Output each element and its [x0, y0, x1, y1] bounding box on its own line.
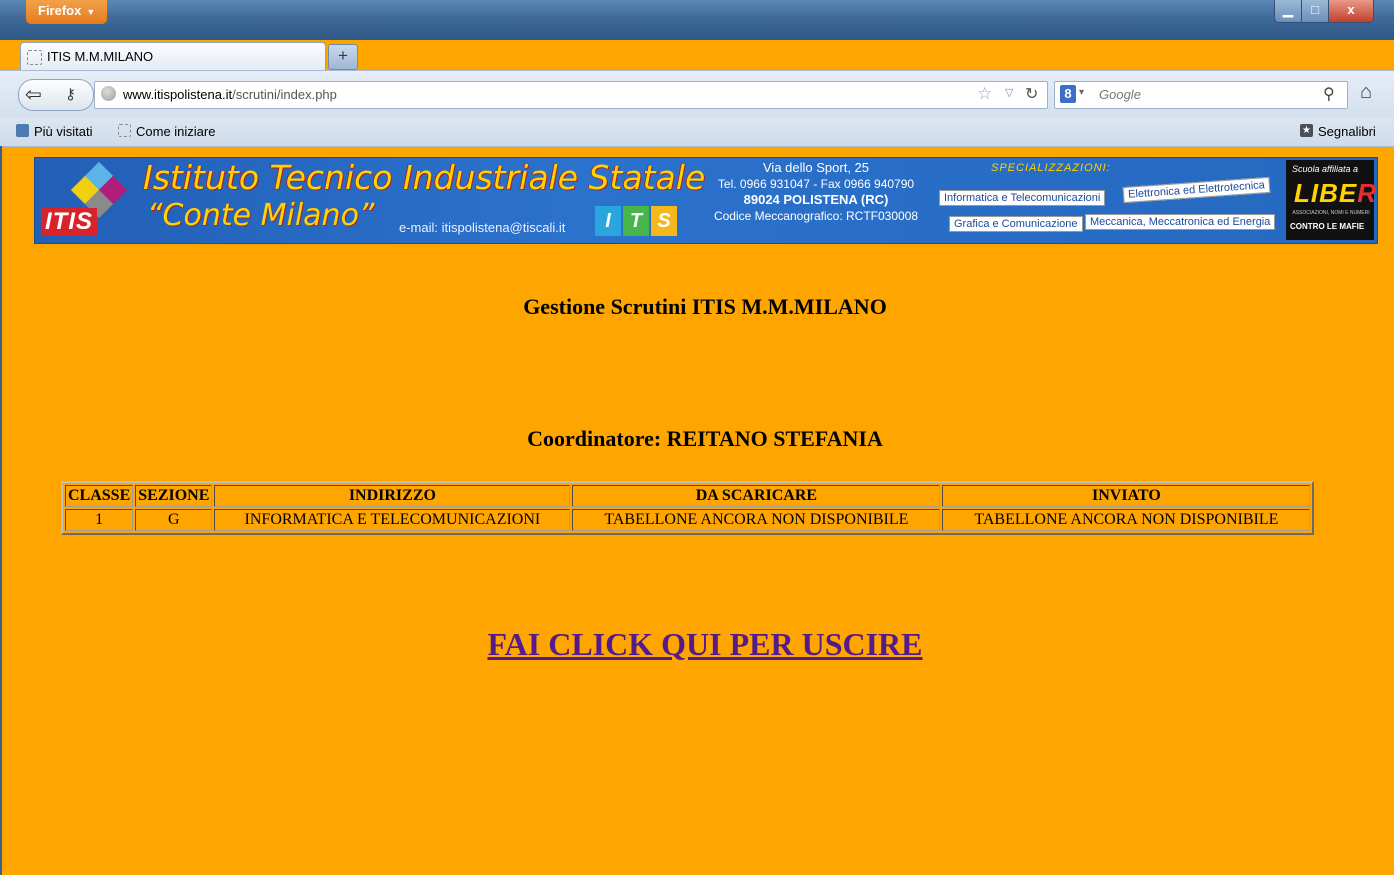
libera-small-text: ASSOCIAZIONI, NOMI E NUMERI: [1292, 210, 1370, 216]
address: Via dello Sport, 25: [763, 160, 869, 175]
bookmarks-menu-button[interactable]: Segnalibri: [1318, 124, 1376, 139]
home-icon[interactable]: ⌂: [1360, 81, 1372, 104]
cell-indirizzo: INFORMATICA E TELECOMUNICAZIONI: [214, 509, 571, 531]
header-indirizzo: INDIRIZZO: [214, 485, 571, 507]
address-bar[interactable]: www.itispolistena.it/scrutini/index.php …: [94, 81, 1048, 109]
bookmarks-menu-icon: ★: [1300, 124, 1313, 137]
url-path: /scrutini/index.php: [232, 87, 337, 102]
minimize-icon: ▁: [1283, 2, 1293, 17]
specializations: SPECIALIZZAZIONI: Informatica e Telecomu…: [939, 160, 1281, 240]
its-i: I: [595, 206, 621, 236]
banner-email: e-mail: itispolistena@tiscali.it: [399, 220, 566, 235]
page-title: Gestione Scrutini ITIS M.M.MILANO: [523, 294, 887, 319]
search-bar[interactable]: 8 ▾ Google ⚲: [1054, 81, 1348, 109]
maximize-icon: □: [1311, 2, 1319, 17]
key-icon: ⚷: [65, 86, 76, 103]
exit-link-container: FAI CLICK QUI PER USCIRE: [0, 626, 1394, 663]
header-classe: CLASSE: [65, 485, 134, 507]
engine-dropdown-icon[interactable]: ▾: [1079, 87, 1084, 98]
spec-item: Grafica e Comunicazione: [949, 216, 1083, 232]
browser-tab[interactable]: ITIS M.M.MILANO: [20, 42, 326, 71]
libera-top-text: Scuola affiliata a: [1292, 164, 1359, 174]
favicon-icon: [27, 50, 42, 65]
header-inviato: INVIATO: [942, 485, 1311, 507]
its-t: T: [623, 206, 649, 236]
table-row: 1 G INFORMATICA E TELECOMUNICAZIONI TABE…: [65, 509, 1311, 531]
bookmarks-toolbar: Più visitati Come iniziare ★ Segnalibri: [0, 118, 1394, 147]
window-left-border: [0, 146, 2, 875]
banner-title: Istituto Tecnico Industriale Statale: [143, 158, 706, 197]
bookmark-star-icon[interactable]: ☆: [977, 84, 992, 104]
city: 89024 POLISTENA (RC): [743, 192, 889, 207]
spec-item: Informatica e Telecomunicazioni: [939, 190, 1106, 206]
minimize-button[interactable]: ▁: [1274, 0, 1302, 23]
cell-classe: 1: [65, 509, 134, 531]
libera-bottom-text: CONTRO LE MAFIE: [1290, 222, 1365, 231]
school-code: Codice Meccanografico: RCTF030008: [713, 209, 919, 223]
navigation-bar: ⇦ ⚷ www.itispolistena.it/scrutini/index.…: [0, 70, 1394, 119]
tab-title: ITIS M.M.MILANO: [47, 49, 154, 64]
header-sezione: SEZIONE: [135, 485, 213, 507]
new-tab-button[interactable]: +: [328, 44, 358, 70]
firefox-menu-label: Firefox: [38, 3, 82, 18]
spec-item: Meccanica, Meccatronica ed Energia: [1085, 214, 1276, 230]
window-titlebar: [0, 0, 1394, 40]
search-placeholder: Google: [1099, 87, 1141, 102]
cell-inviato: TABELLONE ANCORA NON DISPONIBILE: [942, 509, 1311, 531]
spec-header: SPECIALIZZAZIONI:: [991, 162, 1111, 174]
spec-item: Elettronica ed Elettrotecnica: [1122, 176, 1271, 204]
header-da-scaricare: DA SCARICARE: [572, 485, 941, 507]
chevron-down-icon: ▼: [86, 7, 96, 17]
itis-logo: ITIS: [41, 208, 98, 236]
bookmark-getting-started[interactable]: Come iniziare: [136, 124, 215, 139]
its-s: S: [651, 206, 677, 236]
google-engine-icon[interactable]: 8: [1060, 85, 1076, 103]
back-arrow-icon[interactable]: ⇦: [25, 82, 42, 107]
school-banner: ITIS Istituto Tecnico Industriale Statal…: [34, 157, 1378, 244]
cell-da-scaricare: TABELLONE ANCORA NON DISPONIBILE: [572, 509, 941, 531]
libera-logo: Scuola affiliata a LIBERA ASSOCIAZIONI, …: [1286, 160, 1377, 240]
its-logo: I T S: [595, 206, 679, 238]
table-header-row: CLASSE SEZIONE INDIRIZZO DA SCARICARE IN…: [65, 485, 1311, 507]
close-icon: x: [1347, 2, 1355, 17]
history-dropdown-icon[interactable]: ▽: [1005, 86, 1013, 99]
back-forward-buttons[interactable]: ⇦ ⚷: [18, 79, 94, 111]
reload-icon[interactable]: ↻: [1025, 84, 1038, 104]
url-text[interactable]: www.itispolistena.it/scrutini/index.php: [123, 87, 337, 102]
site-identity-icon[interactable]: [101, 86, 116, 101]
getting-started-icon: [118, 124, 131, 137]
firefox-menu-button[interactable]: Firefox ▼: [26, 0, 108, 24]
bookmark-most-visited[interactable]: Più visitati: [34, 124, 93, 139]
close-window-button[interactable]: x: [1328, 0, 1374, 23]
banner-contact: Via dello Sport, 25 Tel. 0966 931047 - F…: [703, 160, 929, 224]
phone: Tel. 0966 931047 - Fax 0966 940790: [717, 177, 915, 191]
libera-name: LIBERA: [1294, 178, 1378, 208]
cell-sezione: G: [135, 509, 213, 531]
search-icon[interactable]: ⚲: [1323, 84, 1335, 104]
coordinator-heading: Coordinatore: REITANO STEFANIA: [527, 426, 883, 451]
most-visited-icon: [16, 124, 29, 137]
url-domain: www.itispolistena.it: [123, 87, 233, 102]
banner-subtitle: “Conte Milano”: [147, 198, 375, 233]
maximize-button[interactable]: □: [1301, 0, 1329, 23]
plus-icon: +: [338, 46, 348, 65]
scrutini-table: CLASSE SEZIONE INDIRIZZO DA SCARICARE IN…: [61, 481, 1315, 535]
exit-link[interactable]: FAI CLICK QUI PER USCIRE: [487, 626, 922, 662]
